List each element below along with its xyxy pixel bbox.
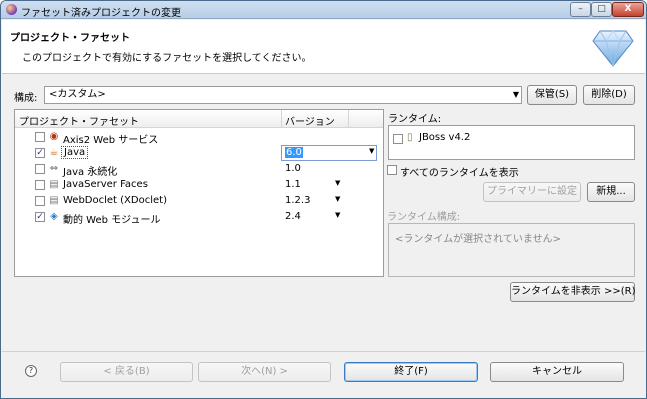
chevron-down-icon[interactable]: ▼ [335, 179, 340, 187]
facet-name: Java [61, 146, 89, 159]
cancel-button[interactable]: キャンセル [490, 362, 624, 382]
facet-checkbox[interactable] [35, 132, 45, 142]
jpa-icon: ⇔ [49, 163, 59, 174]
dialog-window: ファセット済みプロジェクトの変更 – □ X プロジェクト・ファセット このプロ… [0, 0, 647, 399]
runtimes-label: ランタイム: [388, 114, 442, 125]
save-button[interactable]: 保管(S) [527, 85, 577, 105]
version-value: 1.1 [285, 179, 301, 190]
chevron-down-icon[interactable]: ▼ [335, 195, 340, 203]
header-banner: プロジェクト・ファセット このプロジェクトで有効にするファセットを選択してくださ… [2, 20, 645, 74]
axis2-icon: ◉ [49, 131, 59, 142]
runtime-composition-box: <ランタイムが選択されていません> [388, 223, 635, 277]
facet-name: JavaServer Faces [63, 179, 148, 190]
facet-checkbox[interactable]: ✓ [35, 148, 45, 158]
column-header-facet[interactable]: プロジェクト・ファセット [19, 113, 139, 128]
next-button[interactable]: 次へ(N) > [198, 362, 331, 382]
window-title: ファセット済みプロジェクトの変更 [21, 8, 181, 19]
chevron-down-icon: ▼ [512, 90, 519, 99]
runtime-name: JBoss v4.2 [419, 132, 471, 143]
title-bar[interactable]: ファセット済みプロジェクトの変更 – □ X [1, 1, 646, 19]
chevron-down-icon[interactable]: ▼ [369, 147, 374, 155]
facet-checkbox[interactable] [35, 164, 45, 174]
version-value: 2.4 [285, 211, 301, 222]
table-row[interactable]: ✓ ☕ Java 6.0 ▼ [15, 145, 383, 161]
new-runtime-button[interactable]: 新規... [587, 182, 635, 202]
table-row[interactable]: ⇔ Java 永続化 1.0 [15, 161, 383, 178]
java-icon: ☕ [49, 147, 59, 158]
hide-runtimes-button[interactable]: ランタイムを非表示 >>(R) [510, 282, 636, 302]
version-value: 1.0 [285, 163, 301, 174]
facet-checkbox[interactable] [35, 196, 45, 206]
table-header: プロジェクト・ファセット バージョン [15, 110, 383, 128]
table-row[interactable]: ▤ WebDoclet (XDoclet) 1.2.3 ▼ [15, 193, 383, 209]
table-row[interactable]: ✓ ◈ 動的 Web モジュール 2.4 ▼ [15, 209, 383, 226]
facet-checkbox[interactable] [35, 180, 45, 190]
runtime-composition-empty: <ランタイムが選択されていません> [395, 234, 561, 245]
configuration-select[interactable]: <カスタム> ▼ [44, 86, 522, 104]
close-button[interactable]: X [612, 2, 644, 17]
facet-name: Axis2 Web サービス [63, 135, 159, 146]
facet-name: 動的 Web モジュール [63, 215, 161, 226]
delete-button[interactable]: 削除(D) [583, 85, 635, 105]
make-primary-button[interactable]: プライマリーに設定 [483, 182, 581, 202]
document-icon: ▤ [49, 195, 59, 206]
diamond-gem-icon [592, 30, 634, 67]
runtime-composition-label: ランタイム構成: [387, 212, 461, 223]
table-row[interactable]: ◉ Axis2 Web サービス [15, 129, 383, 146]
page-description: このプロジェクトで有効にするファセットを選択してください。 [22, 53, 312, 64]
server-icon: ▯ [407, 132, 413, 143]
chevron-down-icon[interactable]: ▼ [335, 211, 340, 219]
web-module-icon: ◈ [50, 211, 58, 222]
help-icon[interactable]: ? [25, 365, 37, 377]
maximize-button[interactable]: □ [591, 2, 612, 17]
configuration-value: <カスタム> [49, 89, 106, 100]
configuration-label: 構成: [14, 93, 38, 104]
back-button[interactable]: < 戻る(B) [60, 362, 193, 382]
finish-button[interactable]: 終了(F) [344, 362, 478, 382]
show-all-runtimes-label[interactable]: すべてのランタイムを表示 [400, 164, 519, 179]
document-icon: ▤ [49, 179, 59, 190]
version-value[interactable]: 6.0 [285, 147, 303, 158]
page-title: プロジェクト・ファセット [10, 33, 130, 44]
eclipse-icon [6, 4, 17, 15]
footer-divider [2, 351, 645, 352]
facet-name: WebDoclet (XDoclet) [63, 195, 167, 206]
version-value: 1.2.3 [285, 195, 311, 206]
minimize-button[interactable]: – [570, 2, 591, 17]
column-divider [281, 110, 282, 128]
show-all-runtimes-checkbox[interactable] [387, 165, 397, 175]
column-divider [348, 110, 349, 128]
column-header-version[interactable]: バージョン [285, 113, 335, 128]
table-row[interactable]: ▤ JavaServer Faces 1.1 ▼ [15, 177, 383, 193]
runtimes-list[interactable]: ▯ JBoss v4.2 [388, 125, 635, 160]
runtime-checkbox[interactable] [393, 134, 403, 144]
facet-name: Java 永続化 [63, 167, 118, 178]
facet-checkbox[interactable]: ✓ [35, 212, 45, 222]
facets-table[interactable]: プロジェクト・ファセット バージョン ◉ Axis2 Web サービス ✓ ☕ … [14, 109, 384, 277]
